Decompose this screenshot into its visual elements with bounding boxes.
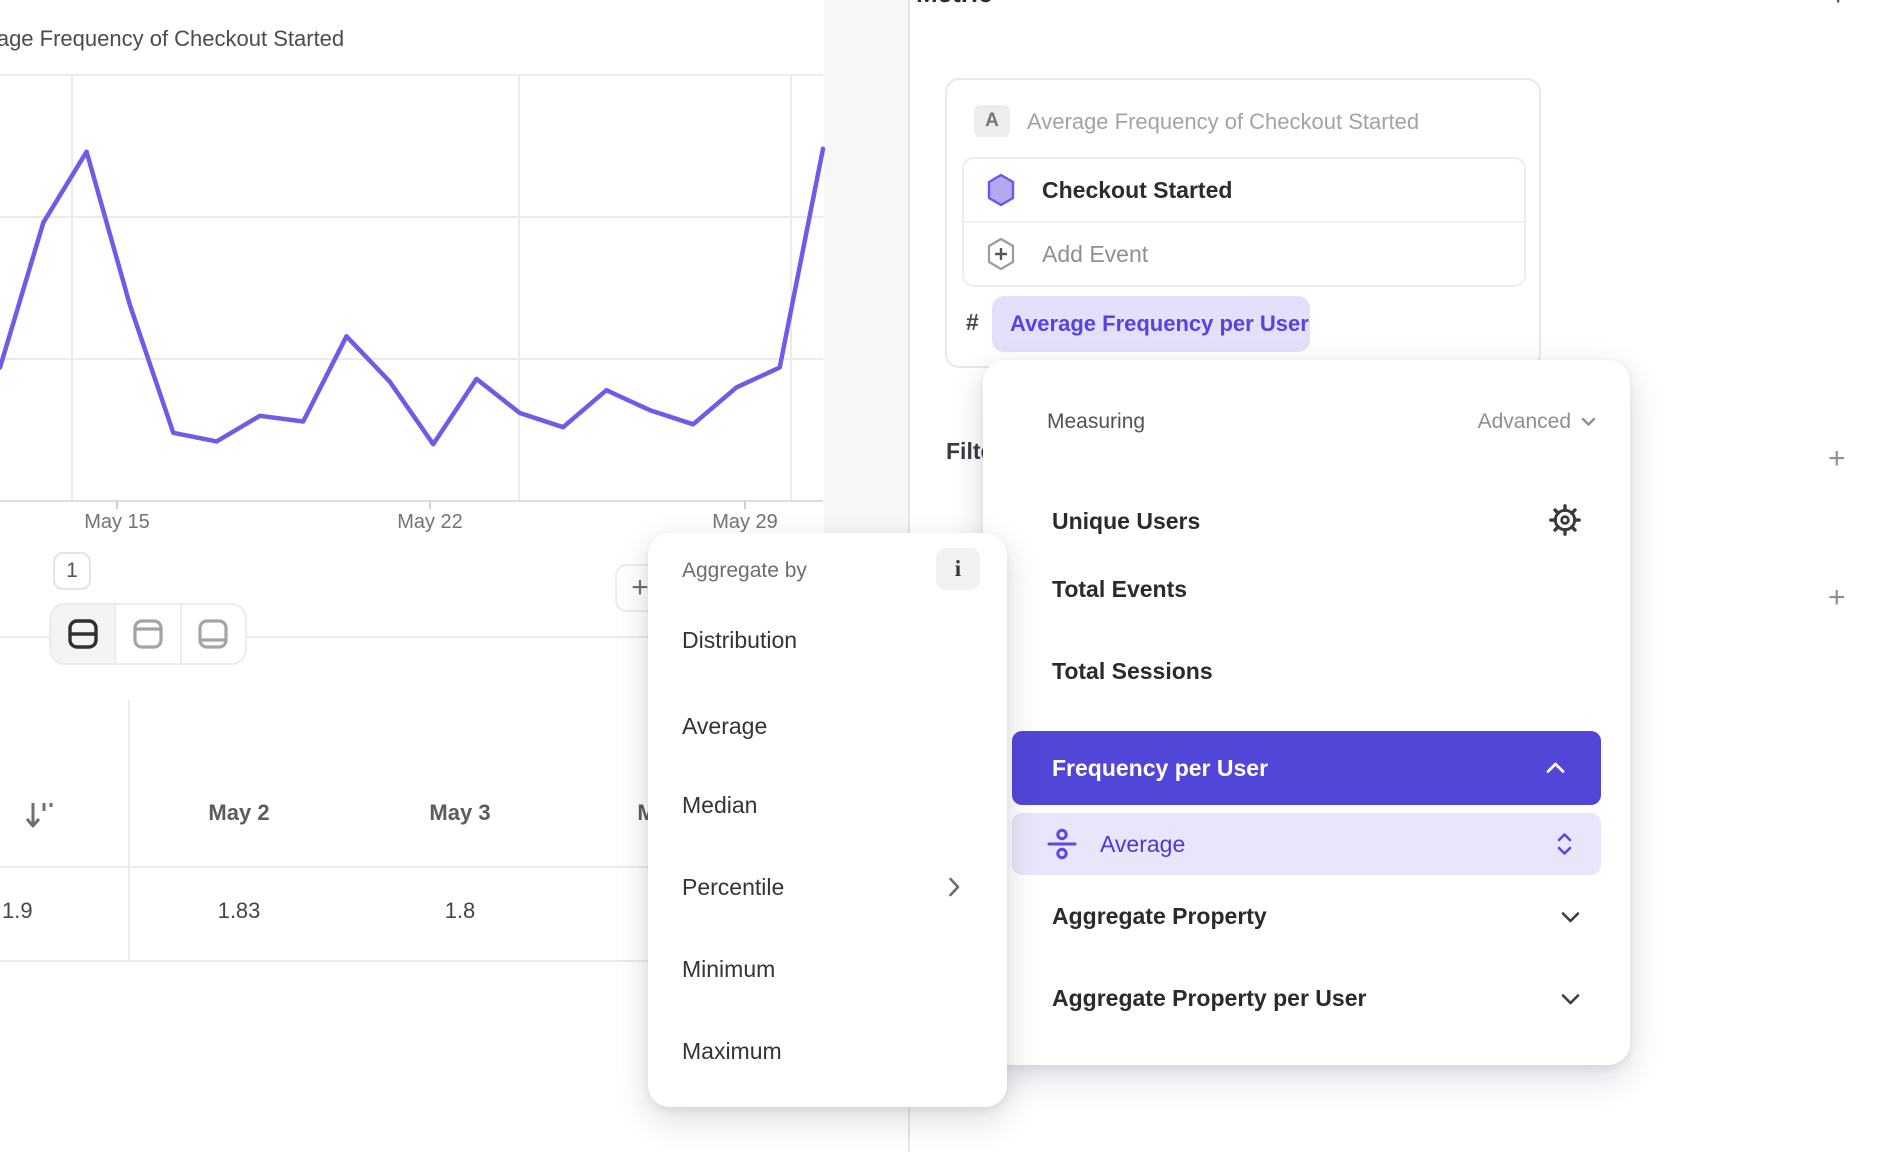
frequency-aggregation-selector[interactable]: Average: [1012, 813, 1601, 875]
table-header-may3[interactable]: May 3: [429, 800, 490, 826]
menu-item-total-events[interactable]: Total Events: [1052, 576, 1187, 603]
aggregate-by-label: Aggregate by: [682, 559, 807, 583]
chevron-up-icon: [1546, 762, 1565, 774]
selected-item-label: Frequency per User: [1052, 755, 1546, 782]
metric-letter-badge: A: [974, 105, 1010, 137]
advanced-toggle[interactable]: Advanced: [1478, 410, 1596, 434]
event-list-card: Checkout Started Add Event: [962, 157, 1526, 287]
chevron-down-icon: [1561, 910, 1580, 928]
insights-report-page: Average Frequency of Checkout Started Ma…: [0, 0, 1898, 1152]
toggle-table-bottom[interactable]: [182, 605, 245, 663]
menu-item-aggregate-property[interactable]: Aggregate Property: [1052, 903, 1267, 930]
menu-item-aggregate-property-per-user[interactable]: Aggregate Property per User: [1052, 985, 1366, 1012]
x-axis-label-may15: May 15: [84, 511, 150, 534]
menu-item-maximum[interactable]: Maximum: [682, 1038, 782, 1065]
add-event-row[interactable]: Add Event: [964, 221, 1524, 285]
add-filter-icon[interactable]: +: [1828, 442, 1846, 476]
menu-item-total-sessions[interactable]: Total Sessions: [1052, 658, 1213, 685]
toggle-chart-top[interactable]: [116, 605, 181, 663]
chevron-down-icon: [1561, 992, 1580, 1010]
menu-item-unique-users[interactable]: Unique Users: [1052, 508, 1200, 535]
metric-name-input[interactable]: Average Frequency of Checkout Started: [1027, 109, 1419, 135]
sort-column-button[interactable]: [24, 797, 56, 838]
table-cell-overall: 1.9: [2, 898, 33, 924]
measuring-dropdown-panel: Measuring Advanced Unique Users: [983, 360, 1630, 1065]
aggregation-label: Average: [1100, 831, 1556, 858]
number-type-icon: #: [966, 309, 979, 336]
sort-descending-icon: [24, 797, 56, 833]
x-axis-label-may22: May 22: [397, 511, 463, 534]
metric-section-heading: Metric: [916, 0, 993, 9]
average-divide-icon: [1046, 828, 1078, 860]
add-breakdown-icon[interactable]: +: [1828, 581, 1846, 615]
measurement-label: Average Frequency per User: [1010, 311, 1309, 337]
chart-line-series: [0, 149, 823, 444]
chart-page-button[interactable]: 1: [53, 552, 91, 590]
event-row-checkout-started[interactable]: Checkout Started: [964, 159, 1524, 221]
up-down-selector-icon: [1556, 832, 1573, 856]
add-event-hexagon-icon: [986, 237, 1016, 271]
menu-item-distribution[interactable]: Distribution: [682, 627, 797, 654]
gear-icon[interactable]: [1547, 502, 1583, 543]
menu-item-frequency-per-user-selected[interactable]: Frequency per User: [1012, 731, 1601, 805]
aggregate-by-dropdown-panel: Aggregate by i Distribution Average Medi…: [648, 533, 1007, 1107]
frequency-line-chart: [0, 0, 908, 560]
menu-item-minimum[interactable]: Minimum: [682, 956, 775, 983]
menu-item-average[interactable]: Average: [682, 713, 767, 740]
view-layout-toggle-group: [49, 603, 247, 665]
table-cell-may2: 1.83: [218, 898, 261, 924]
measuring-label: Measuring: [1047, 410, 1145, 434]
x-axis-label-may29: May 29: [712, 511, 778, 534]
info-icon[interactable]: i: [936, 548, 980, 590]
table-cell-may3: 1.8: [445, 898, 476, 924]
chart-title: Average Frequency of Checkout Started: [0, 26, 344, 52]
split-horizontal-icon: [65, 616, 101, 652]
menu-item-median[interactable]: Median: [682, 792, 757, 819]
table-header-may2[interactable]: May 2: [208, 800, 269, 826]
table-bottom-icon: [195, 616, 231, 652]
add-event-label: Add Event: [1042, 241, 1148, 268]
event-hexagon-icon: [986, 173, 1016, 207]
gear-glyph: [1547, 502, 1583, 538]
chevron-right-icon: [948, 877, 960, 902]
toggle-split-horizontal[interactable]: [51, 605, 116, 663]
event-name: Checkout Started: [1042, 177, 1232, 204]
chevron-down-icon: [1581, 417, 1596, 427]
menu-item-percentile[interactable]: Percentile: [682, 874, 784, 901]
add-metric-icon[interactable]: +: [1830, 0, 1846, 12]
measurement-dropdown-button[interactable]: Average Frequency per User: [992, 296, 1310, 352]
chart-top-icon: [130, 616, 166, 652]
metric-card: A Average Frequency of Checkout Started …: [945, 78, 1541, 368]
advanced-label: Advanced: [1478, 410, 1571, 434]
table-frozen-column-divider: [128, 700, 130, 961]
